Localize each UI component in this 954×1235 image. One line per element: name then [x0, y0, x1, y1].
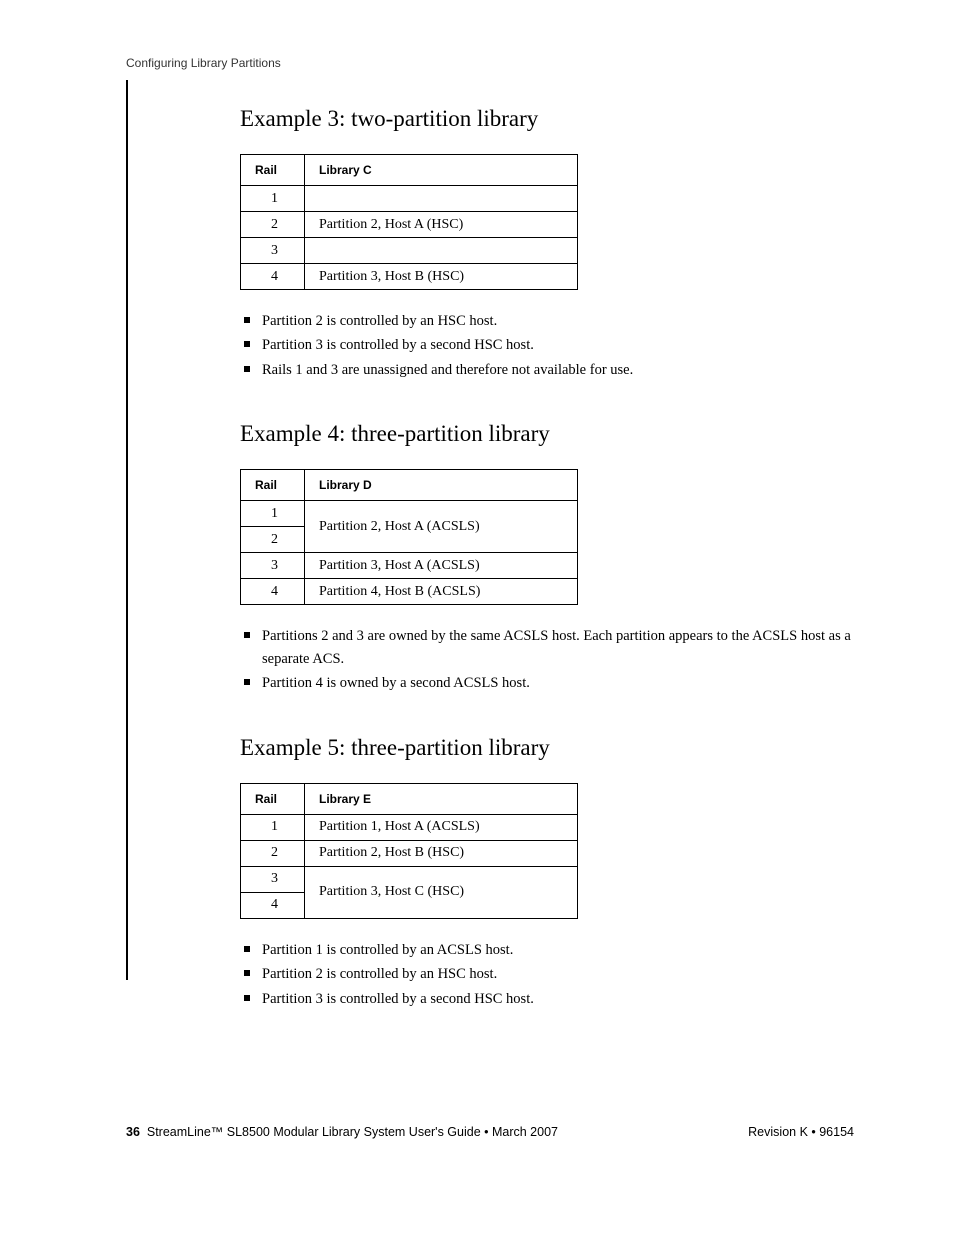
- list-item: Partition 3 is controlled by a second HS…: [240, 334, 854, 356]
- list-item: Rails 1 and 3 are unassigned and therefo…: [240, 359, 854, 381]
- page-footer: 36 StreamLine™ SL8500 Modular Library Sy…: [126, 1125, 854, 1139]
- list-item: Partition 3 is controlled by a second HS…: [240, 988, 854, 1010]
- example5-title: Example 5: three-partition library: [240, 735, 854, 761]
- list-item: Partition 4 is owned by a second ACSLS h…: [240, 672, 854, 694]
- desc-cell: Partition 2, Host A (HSC): [305, 212, 578, 238]
- example3-bullets: Partition 2 is controlled by an HSC host…: [240, 310, 854, 381]
- table-row: 1: [241, 186, 578, 212]
- desc-cell: Partition 3, Host B (HSC): [305, 264, 578, 290]
- table-header-rail: Rail: [241, 155, 305, 186]
- list-item: Partition 2 is controlled by an HSC host…: [240, 963, 854, 985]
- footer-left: 36 StreamLine™ SL8500 Modular Library Sy…: [126, 1125, 558, 1139]
- table-row: 1Partition 2, Host A (ACSLS): [241, 501, 578, 527]
- rail-cell: 4: [241, 579, 305, 605]
- rail-cell: 2: [241, 212, 305, 238]
- table-header-library: Library C: [305, 155, 578, 186]
- rail-cell: 1: [241, 186, 305, 212]
- example5-table: Rail Library E 1Partition 1, Host A (ACS…: [240, 783, 578, 919]
- desc-cell: Partition 3, Host A (ACSLS): [305, 553, 578, 579]
- rail-cell: 1: [241, 814, 305, 840]
- example3-title: Example 3: two-partition library: [240, 106, 854, 132]
- content-area: Example 3: two-partition library Rail Li…: [240, 78, 854, 1010]
- example4-bullets: Partitions 2 and 3 are owned by the same…: [240, 625, 854, 694]
- table-row: 2Partition 2, Host A (HSC): [241, 212, 578, 238]
- table-row: 1Partition 1, Host A (ACSLS): [241, 814, 578, 840]
- table-row: 3Partition 3, Host A (ACSLS): [241, 553, 578, 579]
- rail-cell: 3: [241, 553, 305, 579]
- table-header-rail: Rail: [241, 783, 305, 814]
- footer-doc-title: StreamLine™ SL8500 Modular Library Syste…: [147, 1125, 558, 1139]
- table-row: 2Partition 2, Host B (HSC): [241, 840, 578, 866]
- example3-tbody: 12Partition 2, Host A (HSC)34Partition 3…: [241, 186, 578, 290]
- rail-cell: 2: [241, 527, 305, 553]
- rail-cell: 4: [241, 264, 305, 290]
- rail-cell: 1: [241, 501, 305, 527]
- list-item: Partitions 2 and 3 are owned by the same…: [240, 625, 854, 670]
- table-row: 3: [241, 238, 578, 264]
- table-row: 3Partition 3, Host C (HSC): [241, 866, 578, 892]
- list-item: Partition 1 is controlled by an ACSLS ho…: [240, 939, 854, 961]
- table-row: 4Partition 3, Host B (HSC): [241, 264, 578, 290]
- desc-cell: [305, 238, 578, 264]
- rail-cell: 2: [241, 840, 305, 866]
- rail-cell: 3: [241, 238, 305, 264]
- example4-title: Example 4: three-partition library: [240, 421, 854, 447]
- example4-tbody: 1Partition 2, Host A (ACSLS)23Partition …: [241, 501, 578, 605]
- running-header: Configuring Library Partitions: [126, 56, 854, 70]
- desc-cell: Partition 2, Host A (ACSLS): [305, 501, 578, 553]
- footer-revision: Revision K • 96154: [748, 1125, 854, 1139]
- desc-cell: Partition 1, Host A (ACSLS): [305, 814, 578, 840]
- table-header-library: Library D: [305, 470, 578, 501]
- table-header-library: Library E: [305, 783, 578, 814]
- rail-cell: 3: [241, 866, 305, 892]
- table-header-rail: Rail: [241, 470, 305, 501]
- example5-bullets: Partition 1 is controlled by an ACSLS ho…: [240, 939, 854, 1010]
- page-number: 36: [126, 1125, 140, 1139]
- example3-table: Rail Library C 12Partition 2, Host A (HS…: [240, 154, 578, 290]
- rail-cell: 4: [241, 892, 305, 918]
- page: Configuring Library Partitions Example 3…: [0, 0, 954, 1235]
- desc-cell: Partition 2, Host B (HSC): [305, 840, 578, 866]
- desc-cell: Partition 4, Host B (ACSLS): [305, 579, 578, 605]
- desc-cell: [305, 186, 578, 212]
- table-row: 4Partition 4, Host B (ACSLS): [241, 579, 578, 605]
- side-rule: [126, 80, 128, 980]
- example5-tbody: 1Partition 1, Host A (ACSLS)2Partition 2…: [241, 814, 578, 918]
- list-item: Partition 2 is controlled by an HSC host…: [240, 310, 854, 332]
- example4-table: Rail Library D 1Partition 2, Host A (ACS…: [240, 469, 578, 605]
- desc-cell: Partition 3, Host C (HSC): [305, 866, 578, 918]
